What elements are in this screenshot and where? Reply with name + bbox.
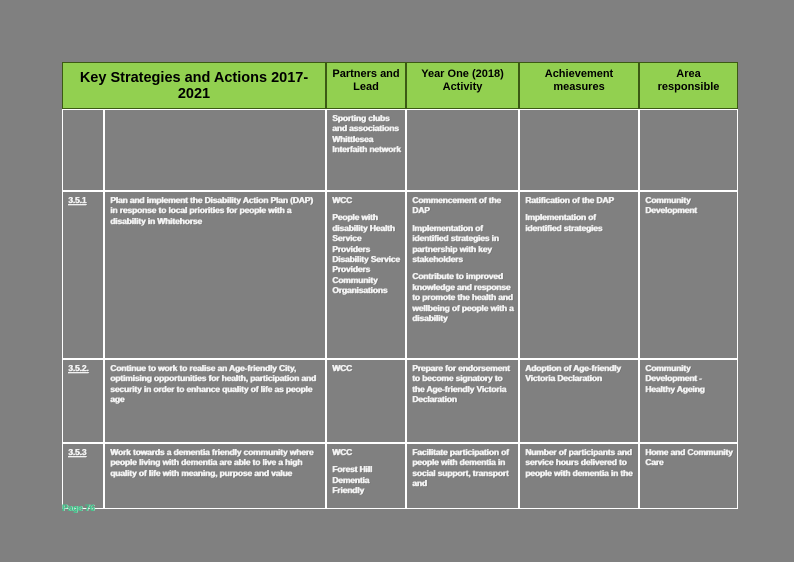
achievement-measure-item: Implementation of identified strategies <box>525 212 603 233</box>
cell-key-strategy-action: Continue to work to realise an Age-frien… <box>104 359 326 443</box>
document-page: Key Strategies and Actions 2017-2021 Par… <box>0 0 794 562</box>
cell-year-one-activity: Prepare for endorsement to become signat… <box>406 359 519 443</box>
cell-key-strategy-action: Work towards a dementia friendly communi… <box>104 443 326 509</box>
cell-achievement-measures: Ratification of the DAP Implementation o… <box>519 191 639 359</box>
year-one-activity-item: Contribute to improved knowledge and res… <box>412 271 514 324</box>
strategies-actions-table: Key Strategies and Actions 2017-2021 Par… <box>62 62 738 509</box>
cell-key-strategy-action: Plan and implement the Disability Action… <box>104 191 326 359</box>
cell-row-number: 3.5.3 <box>62 443 104 509</box>
cell-year-one-activity <box>406 109 519 191</box>
column-header-partners-and-lead: Partners and Lead <box>326 62 406 109</box>
partner-lead-primary: WCC <box>332 447 352 457</box>
partner-lead-others: People with disability Health Service Pr… <box>332 212 400 296</box>
table-row: 3.5.2. Continue to work to realise an Ag… <box>62 359 738 443</box>
table-row: 3.5.3 Work towards a dementia friendly c… <box>62 443 738 509</box>
column-header-key-strategies-and-actions: Key Strategies and Actions 2017-2021 <box>62 62 326 109</box>
cell-area-responsible <box>639 109 738 191</box>
column-header-area-responsible: Area responsible <box>639 62 738 109</box>
cell-achievement-measures <box>519 109 639 191</box>
cell-partners-and-lead: WCC <box>326 359 406 443</box>
column-header-year-one-activity: Year One (2018) Activity <box>406 62 519 109</box>
cell-partners-and-lead: WCC People with disability Health Servic… <box>326 191 406 359</box>
cell-row-number: 3.5.2. <box>62 359 104 443</box>
partner-lead-primary: WCC <box>332 195 352 205</box>
cell-achievement-measures: Number of participants and service hours… <box>519 443 639 509</box>
achievement-measure-item: Ratification of the DAP <box>525 195 614 205</box>
cell-area-responsible: Home and Community Care <box>639 443 738 509</box>
table-row: Sporting clubs and associations Whittles… <box>62 109 738 191</box>
column-header-achievement-measures: Achievement measures <box>519 62 639 109</box>
cell-row-number <box>62 109 104 191</box>
cell-year-one-activity: Facilitate participation of people with … <box>406 443 519 509</box>
cell-key-strategy-action <box>104 109 326 191</box>
cell-partners-and-lead: Sporting clubs and associations Whittles… <box>326 109 406 191</box>
cell-achievement-measures: Adoption of Age-friendly Victoria Declar… <box>519 359 639 443</box>
cell-partners-and-lead: WCC Forest Hill Dementia Friendly <box>326 443 406 509</box>
cell-year-one-activity: Commencement of the DAP Implementation o… <box>406 191 519 359</box>
cell-area-responsible: Community Development <box>639 191 738 359</box>
cell-area-responsible: Community Development - Healthy Ageing <box>639 359 738 443</box>
year-one-activity-item: Implementation of identified strategies … <box>412 222 499 265</box>
year-one-activity-item: Commencement of the DAP <box>412 195 501 216</box>
partner-lead-others: Forest Hill Dementia Friendly <box>332 464 372 496</box>
page-number-footer: Page 76 <box>62 503 95 513</box>
table-row: 3.5.1 Plan and implement the Disability … <box>62 191 738 359</box>
cell-row-number: 3.5.1 <box>62 191 104 359</box>
table-header-row: Key Strategies and Actions 2017-2021 Par… <box>62 62 738 109</box>
